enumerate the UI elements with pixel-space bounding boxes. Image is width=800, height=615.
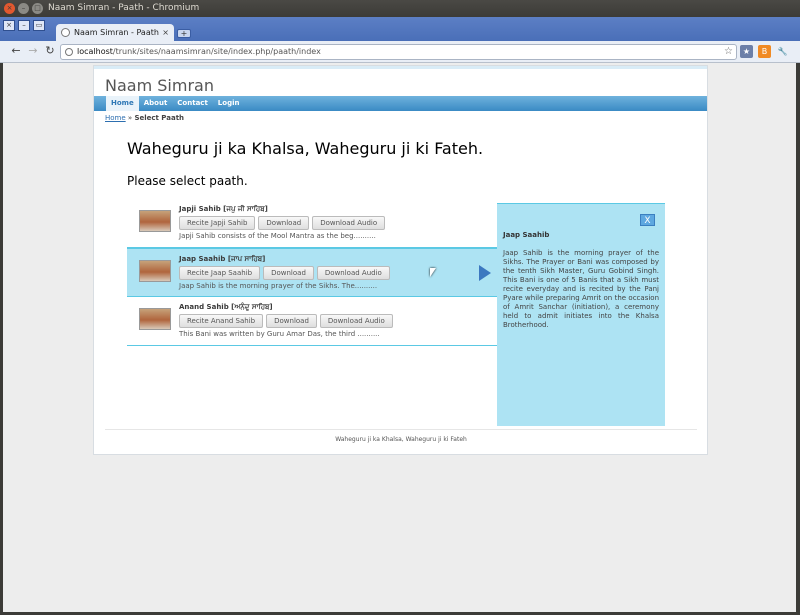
paath-thumbnail [139,260,171,282]
paath-description: Jaap Sahib is the morning prayer of the … [179,282,378,290]
window-title: Naam Simran - Paath - Chromium [48,3,200,13]
tab-close-icon[interactable]: × [162,24,169,41]
menu-login[interactable]: Login [213,96,245,111]
strip-close-icon[interactable]: × [3,20,15,31]
paath-thumbnail [139,210,171,232]
breadcrumb-home-link[interactable]: Home [105,114,126,122]
recite-button[interactable]: Recite Japji Sahib [179,216,256,230]
reload-icon[interactable]: ↻ [43,44,57,58]
paath-item-jaap[interactable]: Jaap Saahib [ਜਾਪ ਸਾਹਿਬ] Recite Jaap Saah… [127,248,497,297]
tab-title: Naam Simran - Paath [74,28,159,37]
arrow-right-icon[interactable] [479,265,491,281]
menu-about[interactable]: About [139,96,173,111]
download-button[interactable]: Download [263,266,314,280]
main-menu: Home About Contact Login [94,96,707,111]
download-audio-button[interactable]: Download Audio [312,216,386,230]
download-audio-button[interactable]: Download Audio [319,314,393,328]
wrench-icon[interactable]: 🔧 [776,45,789,58]
url-path: /trunk/sites/naamsimran/site/index.php/p… [112,47,321,56]
browser-toolbar: ← → ↻ localhost/trunk/sites/naamsimran/s… [0,41,800,63]
recite-button[interactable]: Recite Anand Sahib [179,314,264,328]
info-text: Jaap Sahib is the morning prayer of the … [503,249,659,329]
window-close-button[interactable]: × [4,3,15,14]
bookmark-star-icon[interactable]: ☆ [724,45,733,59]
breadcrumb-current: Select Paath [134,114,185,122]
site-footer: Waheguru ji ka Khalsa, Waheguru ji ki Fa… [105,429,697,443]
breadcrumb: Home » Select Paath [94,111,707,125]
tab-strip: × – ▭ Naam Simran - Paath × + [0,17,800,41]
download-button[interactable]: Download [266,314,317,328]
paath-title: Anand Sahib [ਅਨੰਦੁ ਸਾਹਿਬ] [179,303,273,311]
address-bar[interactable]: localhost/trunk/sites/naamsimran/site/in… [60,44,737,60]
forward-arrow-icon[interactable]: → [26,44,40,58]
info-title: Jaap Saahib [503,231,550,239]
new-tab-button[interactable]: + [177,29,191,38]
download-audio-button[interactable]: Download Audio [316,266,390,280]
strip-minimize-icon[interactable]: – [18,20,30,31]
extension-icon[interactable]: ★ [740,45,753,58]
menu-contact[interactable]: Contact [172,96,213,111]
paath-description: This Bani was written by Guru Amar Das, … [179,330,380,338]
back-arrow-icon[interactable]: ← [9,44,23,58]
window-titlebar: × – □ Naam Simran - Paath - Chromium [0,0,800,17]
blogger-icon[interactable]: B [758,45,771,58]
menu-home[interactable]: Home [106,96,139,111]
page-heading: Waheguru ji ka Khalsa, Waheguru ji ki Fa… [127,139,484,158]
page-viewport: Naam Simran Home About Contact Login Hom… [3,63,796,612]
paath-title: Japji Sahib [ਜਪੁ ਜੀ ਸਾਹਿਬ] [179,205,268,213]
site-page: Naam Simran Home About Contact Login Hom… [93,65,708,455]
page-info-icon [65,48,73,56]
paath-item-anand[interactable]: Anand Sahib [ਅਨੰਦੁ ਸਾਹਿਬ] Recite Anand S… [127,297,497,346]
download-button[interactable]: Download [258,216,310,230]
url-host: localhost [77,47,113,56]
window-minimize-button[interactable]: – [18,3,29,14]
recite-button[interactable]: Recite Jaap Saahib [179,266,261,280]
breadcrumb-separator: » [127,114,133,122]
mouse-cursor-icon [430,268,436,277]
paath-list: Japji Sahib [ਜਪੁ ਜੀ ਸਾਹਿਬ] Recite Japji … [127,199,497,346]
page-globe-icon [61,28,70,37]
paath-item-japji[interactable]: Japji Sahib [ਜਪੁ ਜੀ ਸਾਹਿਬ] Recite Japji … [127,199,497,248]
paath-description: Japji Sahib consists of the Mool Mantra … [179,232,376,240]
page-subheading: Please select paath. [127,174,248,188]
browser-tab[interactable]: Naam Simran - Paath × [56,24,174,41]
paath-thumbnail [139,308,171,330]
paath-title: Jaap Saahib [ਜਾਪ ਸਾਹਿਬ] [179,255,266,263]
window-maximize-button[interactable]: □ [32,3,43,14]
close-panel-button[interactable]: X [640,214,655,226]
paath-info-panel: X Jaap Saahib Jaap Sahib is the morning … [497,203,665,426]
site-logo[interactable]: Naam Simran [94,66,707,96]
strip-maximize-icon[interactable]: ▭ [33,20,45,31]
